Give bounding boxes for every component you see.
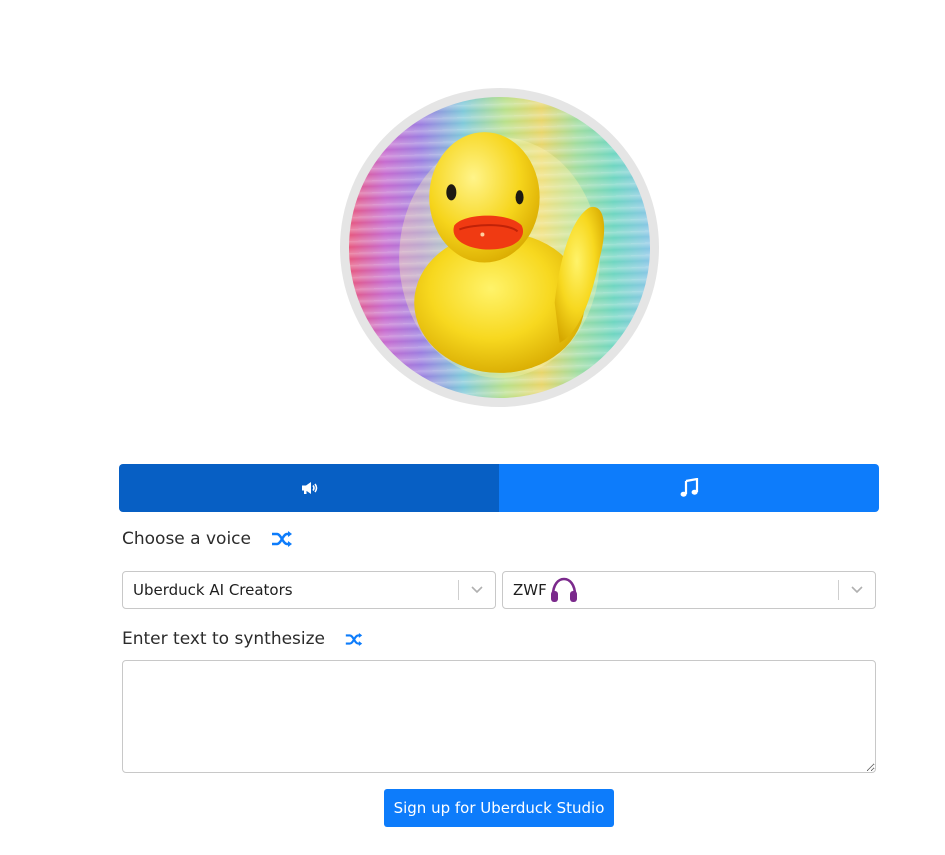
voice-category-value: Uberduck AI Creators	[133, 581, 293, 599]
shuffle-voice-icon[interactable]	[271, 530, 293, 548]
text-section-header: Enter text to synthesize	[122, 629, 363, 649]
voice-section-header: Choose a voice	[122, 529, 293, 549]
rubber-duck-image	[399, 132, 605, 378]
shuffle-text-icon[interactable]	[345, 632, 363, 647]
tab-text-to-speech[interactable]	[119, 464, 499, 512]
voice-value: ZWF	[513, 581, 547, 599]
chevron-down-icon[interactable]	[459, 586, 495, 594]
voice-category-select[interactable]: Uberduck AI Creators	[122, 571, 496, 609]
mode-toggle-bar	[119, 464, 879, 512]
text-section-label: Enter text to synthesize	[122, 629, 326, 649]
avatar-frame	[340, 88, 659, 407]
music-note-icon	[679, 478, 699, 498]
signup-button[interactable]: Sign up for Uberduck Studio	[384, 789, 614, 827]
avatar	[349, 97, 650, 398]
chevron-down-icon[interactable]	[839, 586, 875, 594]
voice-value-wrap: ZWF	[503, 577, 838, 603]
synthesis-text-input[interactable]	[122, 660, 876, 773]
voice-select[interactable]: ZWF	[502, 571, 876, 609]
megaphone-icon	[300, 480, 318, 496]
headphones-icon	[549, 577, 579, 603]
tab-music[interactable]	[499, 464, 879, 512]
voice-section-label: Choose a voice	[122, 529, 251, 549]
